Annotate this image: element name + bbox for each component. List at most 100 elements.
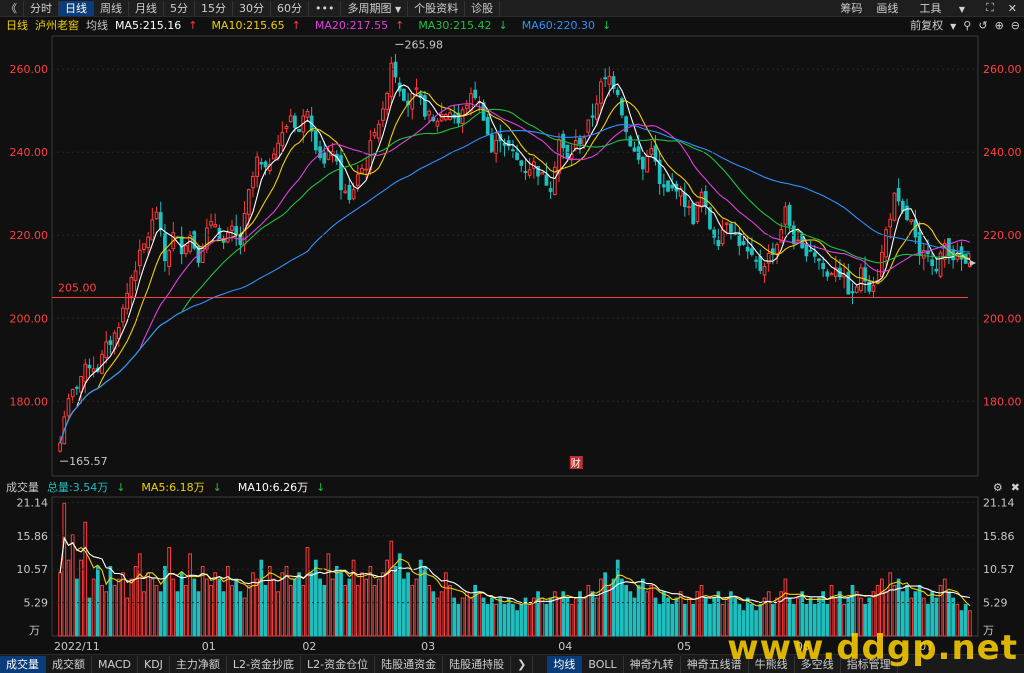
volume-bar <box>242 597 247 637</box>
volume-ma5-line <box>59 536 971 607</box>
volume-bar <box>209 584 213 637</box>
candle-body <box>641 157 645 170</box>
watermark: www.ddgp.net <box>727 628 1018 668</box>
volume-bar <box>238 591 243 637</box>
tab-kdj[interactable]: KDJ <box>138 655 170 673</box>
volume-bar <box>720 603 725 637</box>
candle-body <box>385 92 389 110</box>
volume-bar <box>364 578 369 637</box>
candle-body <box>871 284 876 292</box>
volume-bar <box>158 591 163 637</box>
ma20-line <box>59 103 971 444</box>
volume-bar <box>381 572 385 637</box>
candle-body <box>75 386 79 389</box>
volume-bar <box>502 603 507 637</box>
volume-bar <box>645 591 649 637</box>
volume-bar <box>104 591 109 637</box>
candle-body <box>716 240 721 247</box>
volume-bar <box>112 584 117 637</box>
candle-body <box>661 184 666 188</box>
volume-tick-label-left: 10.57 <box>17 563 49 576</box>
tab-turnover[interactable]: 成交额 <box>46 655 92 673</box>
candle-body <box>209 221 213 226</box>
volume-bar <box>515 610 519 637</box>
candle-body <box>724 222 729 225</box>
volume-bar <box>691 603 696 637</box>
ma5-line <box>59 83 971 444</box>
volume-bar <box>590 591 595 637</box>
volume-bar <box>519 603 524 637</box>
volume-bar <box>200 566 205 637</box>
volume-bar <box>594 597 599 637</box>
volume-bar <box>372 584 377 637</box>
tabs-scroll-right-icon[interactable]: ❯ <box>511 655 534 673</box>
candle-body <box>355 173 360 186</box>
tab-l2-position[interactable]: L2-资金仓位 <box>301 655 376 673</box>
volume-bar <box>712 597 717 637</box>
tab-l2-bottom[interactable]: L2-资金抄底 <box>227 655 302 673</box>
volume-unit-left: 万 <box>29 624 40 637</box>
volume-bar <box>150 578 155 637</box>
volume-bar <box>355 584 360 637</box>
volume-bar <box>230 584 234 637</box>
candle-body <box>494 139 498 154</box>
candle-body <box>351 189 356 200</box>
candle-body <box>146 236 151 248</box>
tab-main-net[interactable]: 主力净额 <box>170 655 227 673</box>
volume-bar <box>133 566 138 637</box>
candle-body <box>817 258 821 261</box>
volume-bar <box>678 591 683 637</box>
volume-bar <box>267 566 272 637</box>
tab-moving-average[interactable]: 均线 <box>547 655 583 673</box>
tab-macd[interactable]: MACD <box>92 655 138 673</box>
candle-body <box>381 108 385 121</box>
volume-bar <box>481 597 486 637</box>
volume-bar <box>439 591 444 637</box>
ma10-line <box>59 91 971 444</box>
candle-body <box>360 167 364 174</box>
volume-bar <box>276 591 280 637</box>
tab-boll[interactable]: BOLL <box>582 655 624 673</box>
price-panel-border <box>51 35 979 477</box>
volume-bar <box>620 578 624 637</box>
volume-tick-label-right: 21.14 <box>983 496 1015 509</box>
tab-magic-nine[interactable]: 神奇九转 <box>624 655 681 673</box>
candle-body <box>246 189 251 215</box>
candle-body <box>297 128 301 132</box>
x-tick-label: 01 <box>202 640 216 653</box>
candle-body <box>125 292 130 310</box>
candle-body <box>163 233 167 262</box>
volume-bar <box>565 597 570 637</box>
candle-body <box>91 368 96 373</box>
tab-hk-connect-funds[interactable]: 陆股通资金 <box>375 655 444 673</box>
tab-volume[interactable]: 成交量 <box>0 655 46 673</box>
candle-body <box>850 291 855 294</box>
tab-hk-connect-holdings[interactable]: 陆股通持股 <box>443 655 512 673</box>
chart-canvas[interactable]: 260.00 260.00 240.00 240.00 220.00 220.00 200.… <box>0 0 1024 654</box>
candle-body <box>783 206 788 225</box>
volume-bar <box>397 553 402 637</box>
candle-body <box>825 271 830 277</box>
candle-body <box>343 190 348 193</box>
volume-bar <box>108 566 113 637</box>
candle-body <box>464 104 469 109</box>
candle-body <box>263 161 268 168</box>
candle-body <box>615 89 620 95</box>
candle-body <box>720 229 725 245</box>
candle-body <box>485 116 490 135</box>
candle-body <box>376 123 381 139</box>
candle-body <box>87 364 92 369</box>
volume-bar <box>561 591 566 637</box>
volume-bar <box>607 584 612 637</box>
x-tick-label: 02 <box>302 640 316 653</box>
volume-ma10-line <box>59 536 970 604</box>
price-tick-label-left: 180.00 <box>10 395 49 408</box>
volume-bar <box>527 603 532 637</box>
volume-bar <box>552 591 557 637</box>
volume-bar <box>326 553 331 637</box>
price-tick-label-right: 180.00 <box>983 395 1022 408</box>
volume-bar <box>657 603 662 637</box>
volume-bar <box>653 597 658 637</box>
candle-body <box>523 171 528 174</box>
volume-bar <box>666 597 670 637</box>
